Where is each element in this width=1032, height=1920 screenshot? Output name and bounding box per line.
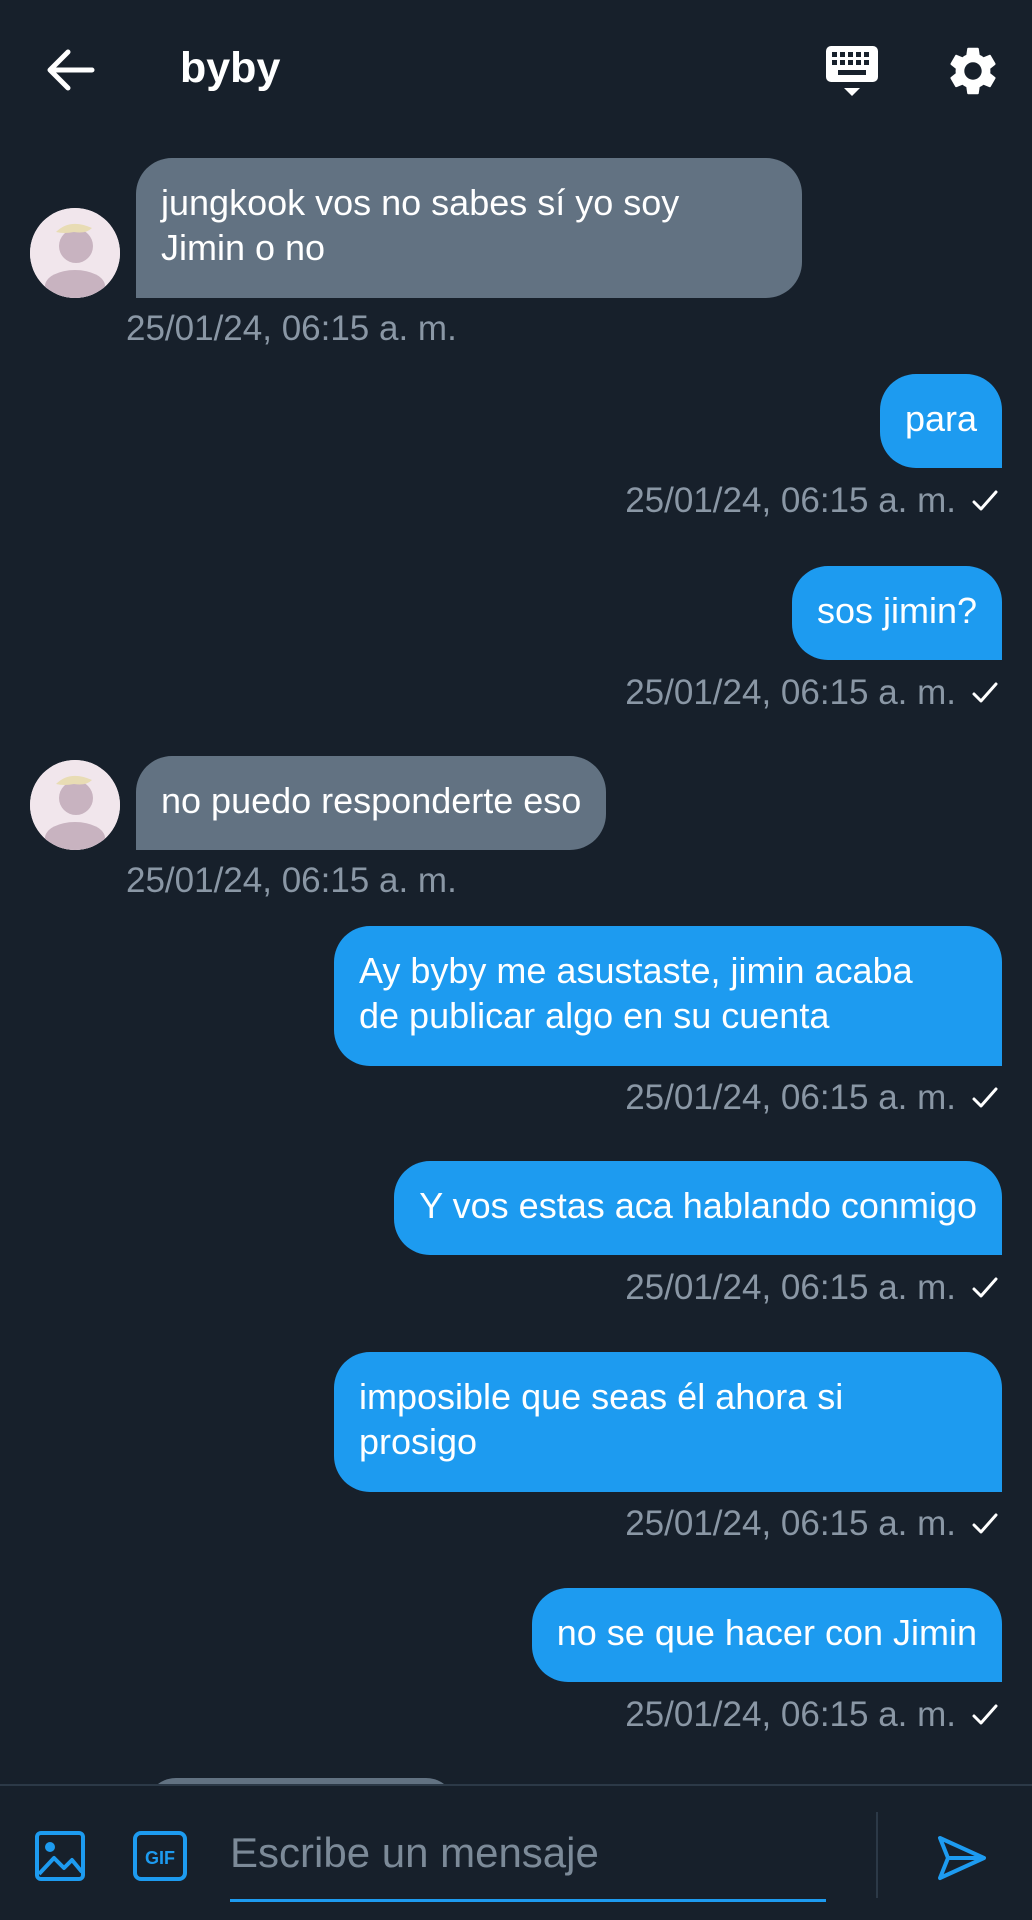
keyboard-icon: [826, 46, 878, 96]
sent-check-icon: [972, 1087, 998, 1108]
message-timestamp: 25/01/24, 06:15 a. m.: [625, 1078, 956, 1117]
message-bubble-outgoing[interactable]: no se que hacer con Jimin: [531, 1588, 1002, 1682]
message-bubble-outgoing[interactable]: Ay byby me asustaste, jimin acaba de pub…: [334, 926, 1002, 1066]
message-bubble-outgoing[interactable]: imposible que seas él ahora si prosigo: [334, 1352, 1002, 1492]
avatar[interactable]: [30, 760, 120, 850]
message-timestamp: 25/01/24, 06:15 a. m.: [126, 309, 457, 348]
svg-text:GIF: GIF: [145, 1848, 175, 1868]
message-meta: 25/01/24, 06:15 a. m.: [625, 1077, 1000, 1119]
keyboard-button[interactable]: [824, 44, 880, 100]
attach-image-button[interactable]: [34, 1830, 86, 1882]
sent-check-icon: [972, 1513, 998, 1534]
message-timestamp: 25/01/24, 06:15 a. m.: [625, 1695, 956, 1734]
message-bubble-outgoing[interactable]: sos jimin?: [791, 566, 1002, 660]
message-bubble-incoming[interactable]: no puedo responderte eso: [136, 756, 607, 850]
message-timestamp: 25/01/24, 06:15 a. m.: [625, 1504, 956, 1543]
avatar-image: [30, 760, 120, 850]
image-icon: [35, 1831, 85, 1881]
avatar-image: [30, 208, 120, 298]
avatar[interactable]: [30, 208, 120, 298]
message-bubble-outgoing[interactable]: Y vos estas aca hablando conmigo: [394, 1161, 1002, 1255]
message-meta: 25/01/24, 06:15 a. m.: [625, 672, 1000, 714]
message-timestamp: 25/01/24, 06:15 a. m.: [126, 861, 457, 900]
chat-header: byby: [0, 0, 1032, 140]
send-icon: [938, 1836, 986, 1880]
message-timestamp: 25/01/24, 06:15 a. m.: [625, 1268, 956, 1307]
arrow-left-icon: [47, 49, 95, 91]
message-composer: GIF: [0, 1784, 1032, 1920]
message-timestamp: 25/01/24, 06:15 a. m.: [625, 481, 956, 520]
chat-title: byby: [180, 44, 281, 92]
message-list[interactable]: jungkook vos no sabes sí yo soy Jimin o …: [0, 140, 1032, 1784]
settings-button[interactable]: [944, 42, 1002, 100]
sent-check-icon: [972, 1277, 998, 1298]
message-bubble-incoming[interactable]: jungkook vos no sabes sí yo soy Jimin o …: [136, 158, 802, 298]
message-input[interactable]: [230, 1806, 826, 1902]
gif-button[interactable]: GIF: [132, 1830, 188, 1882]
gif-icon: GIF: [133, 1831, 187, 1881]
sent-check-icon: [972, 490, 998, 511]
message-timestamp: 25/01/24, 06:15 a. m.: [625, 673, 956, 712]
message-bubble-outgoing[interactable]: para: [879, 374, 1002, 468]
message-meta: 25/01/24, 06:15 a. m.: [625, 1694, 1000, 1736]
composer-divider: [876, 1812, 878, 1898]
sent-check-icon: [972, 1704, 998, 1725]
gear-icon: [950, 47, 996, 95]
message-meta: 25/01/24, 06:15 a. m.: [625, 1267, 1000, 1309]
message-meta: 25/01/24, 06:15 a. m.: [625, 1503, 1000, 1545]
back-button[interactable]: [42, 44, 98, 96]
sent-check-icon: [972, 682, 998, 703]
message-meta: 25/01/24, 06:15 a. m.: [625, 480, 1000, 522]
send-button[interactable]: [934, 1830, 990, 1886]
